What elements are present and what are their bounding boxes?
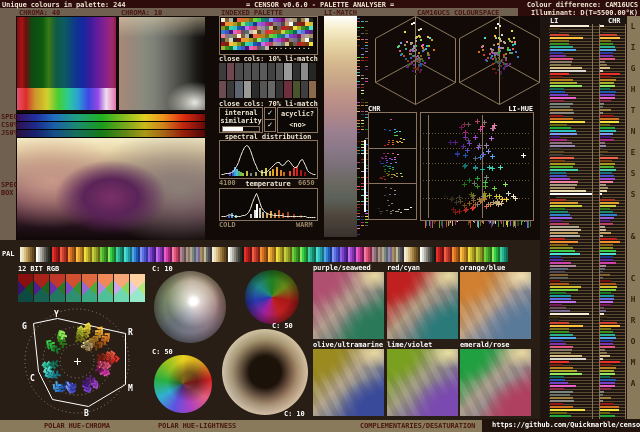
js0-label: JS0% xyxy=(1,129,18,137)
chr-panel xyxy=(368,112,417,220)
polar-hue-chroma-plot xyxy=(14,303,142,421)
js0-strip xyxy=(17,129,205,138)
li-hue-histogram xyxy=(423,221,533,232)
chroma10-panel xyxy=(119,17,205,110)
cs0-strip xyxy=(17,121,205,129)
internal-similarity-line1: internal xyxy=(224,109,258,117)
chroma40-label: CHROMA: 40 xyxy=(19,9,61,17)
polar-hue-lightness-wheel-c10-top xyxy=(154,271,226,343)
spec-box-label-1: SPEC xyxy=(1,181,18,189)
bit-rgb-tile xyxy=(18,274,33,302)
cam16ucs-colourspace-cubes xyxy=(366,12,542,108)
chroma40-bright-band xyxy=(17,88,116,110)
chroma10-label: CHROMA: 10 xyxy=(121,9,163,17)
complementary-tile xyxy=(387,272,458,339)
close-cols-70-row xyxy=(219,81,317,98)
bit-rgb-tile xyxy=(34,274,49,302)
sidebar-chr-header: CHR xyxy=(608,17,621,25)
close-cols-10-row xyxy=(219,63,317,80)
complementaries-caption: COMPLEMENTARIES/DESATURATION xyxy=(360,422,476,430)
internal-similarity-line2: similarity xyxy=(220,117,262,125)
close-cols-10-label: close cols: 10% li-match xyxy=(219,55,318,63)
complementary-tile xyxy=(313,272,384,339)
bit-rgb-tiles xyxy=(18,274,148,302)
pal-label: PAL xyxy=(2,250,15,258)
temperature-warm-label: WARM xyxy=(296,221,313,229)
complementary-tile xyxy=(460,272,531,339)
spectral-distribution-panel xyxy=(219,140,318,179)
li-match-strip xyxy=(324,16,357,237)
similarity-progress-track xyxy=(222,126,260,132)
complementary-tile-label: orange/blue xyxy=(460,264,506,272)
bit-rgb-tile xyxy=(114,274,129,302)
polar-hue-lightness-wheel-c10-bottom xyxy=(222,329,308,415)
complementary-tile-label: red/cyan xyxy=(387,264,420,272)
wheel-br-label: C: 10 xyxy=(284,410,305,418)
temperature-cold-label: COLD xyxy=(219,221,236,229)
chr-scatter xyxy=(369,113,416,219)
repo-url-link[interactable]: https://github.com/Quickmarble/censor xyxy=(492,421,640,429)
spec-box xyxy=(17,138,205,240)
wheel-tr-label: C: 50 xyxy=(272,322,293,330)
palette-grid-more-dots: ......... xyxy=(270,44,312,51)
polar-hue-chroma-caption: POLAR HUE-CHROMA xyxy=(44,422,110,430)
complementary-tile xyxy=(313,349,384,416)
wheel-tl-label: C: 10 xyxy=(152,265,173,273)
bit-rgb-tile xyxy=(98,274,113,302)
polar-hue-lightness-caption: POLAR HUE-LIGHTNESS xyxy=(158,422,237,430)
acyclic-value: <no> xyxy=(289,121,306,129)
similarity-checkbox-2[interactable]: ✓ xyxy=(264,119,276,132)
palette-strip xyxy=(20,247,508,262)
polar-hue-lightness-wheel-c50-bottom xyxy=(154,355,212,413)
colour-difference: Colour difference: CAM16UCS xyxy=(526,1,638,9)
spectral-xmin: 4100 xyxy=(219,179,236,187)
internal-similarity-box: internal similarity xyxy=(219,107,263,133)
wheel-bl-label: C: 50 xyxy=(152,348,173,356)
complementary-tile xyxy=(387,349,458,416)
complementary-tile-label: purple/seaweed xyxy=(313,264,371,272)
spec-label: SPEC xyxy=(1,113,18,121)
complementary-tile-label: olive/ultramarine xyxy=(313,341,383,349)
complementary-tile xyxy=(460,349,531,416)
spectral-xmax: 6650 xyxy=(298,179,315,187)
similarity-progress-fill xyxy=(223,127,243,131)
complementary-tile-label: emerald/rose xyxy=(460,341,510,349)
sidebar-li-header: LI xyxy=(550,17,559,25)
li-hue-panel xyxy=(420,112,534,221)
spec-box-label-2: BOX xyxy=(1,189,14,197)
bit-rgb-tile xyxy=(50,274,65,302)
acyclic-label: acyclic? xyxy=(281,110,314,118)
spectral-distribution-chart xyxy=(220,141,317,178)
bit-rgb-tile xyxy=(66,274,81,302)
censor-palette-analyser-app: Unique colours in palette: 244 = CENSOR … xyxy=(0,0,640,432)
temperature-title: temperature xyxy=(245,180,291,188)
cs0-label: CS0% xyxy=(1,121,18,129)
temperature-panel xyxy=(219,188,318,221)
polar-hue-lightness-wheel-c50-top xyxy=(245,270,299,324)
li-hue-scatter xyxy=(421,113,533,220)
bit-rgb-label: 12 BIT RGB xyxy=(18,265,60,273)
bit-rgb-tile xyxy=(130,274,145,302)
spec-strip xyxy=(17,113,205,121)
lightness-chroma-vertical-label: L I G H T N E S S & C H R O M A xyxy=(627,16,640,419)
complementary-tile-label: lime/violet xyxy=(387,341,433,349)
bit-rgb-tile xyxy=(82,274,97,302)
temperature-chart xyxy=(220,189,317,220)
lightness-chroma-bars xyxy=(548,16,627,432)
acyclic-box: acyclic? <no> xyxy=(277,107,318,133)
